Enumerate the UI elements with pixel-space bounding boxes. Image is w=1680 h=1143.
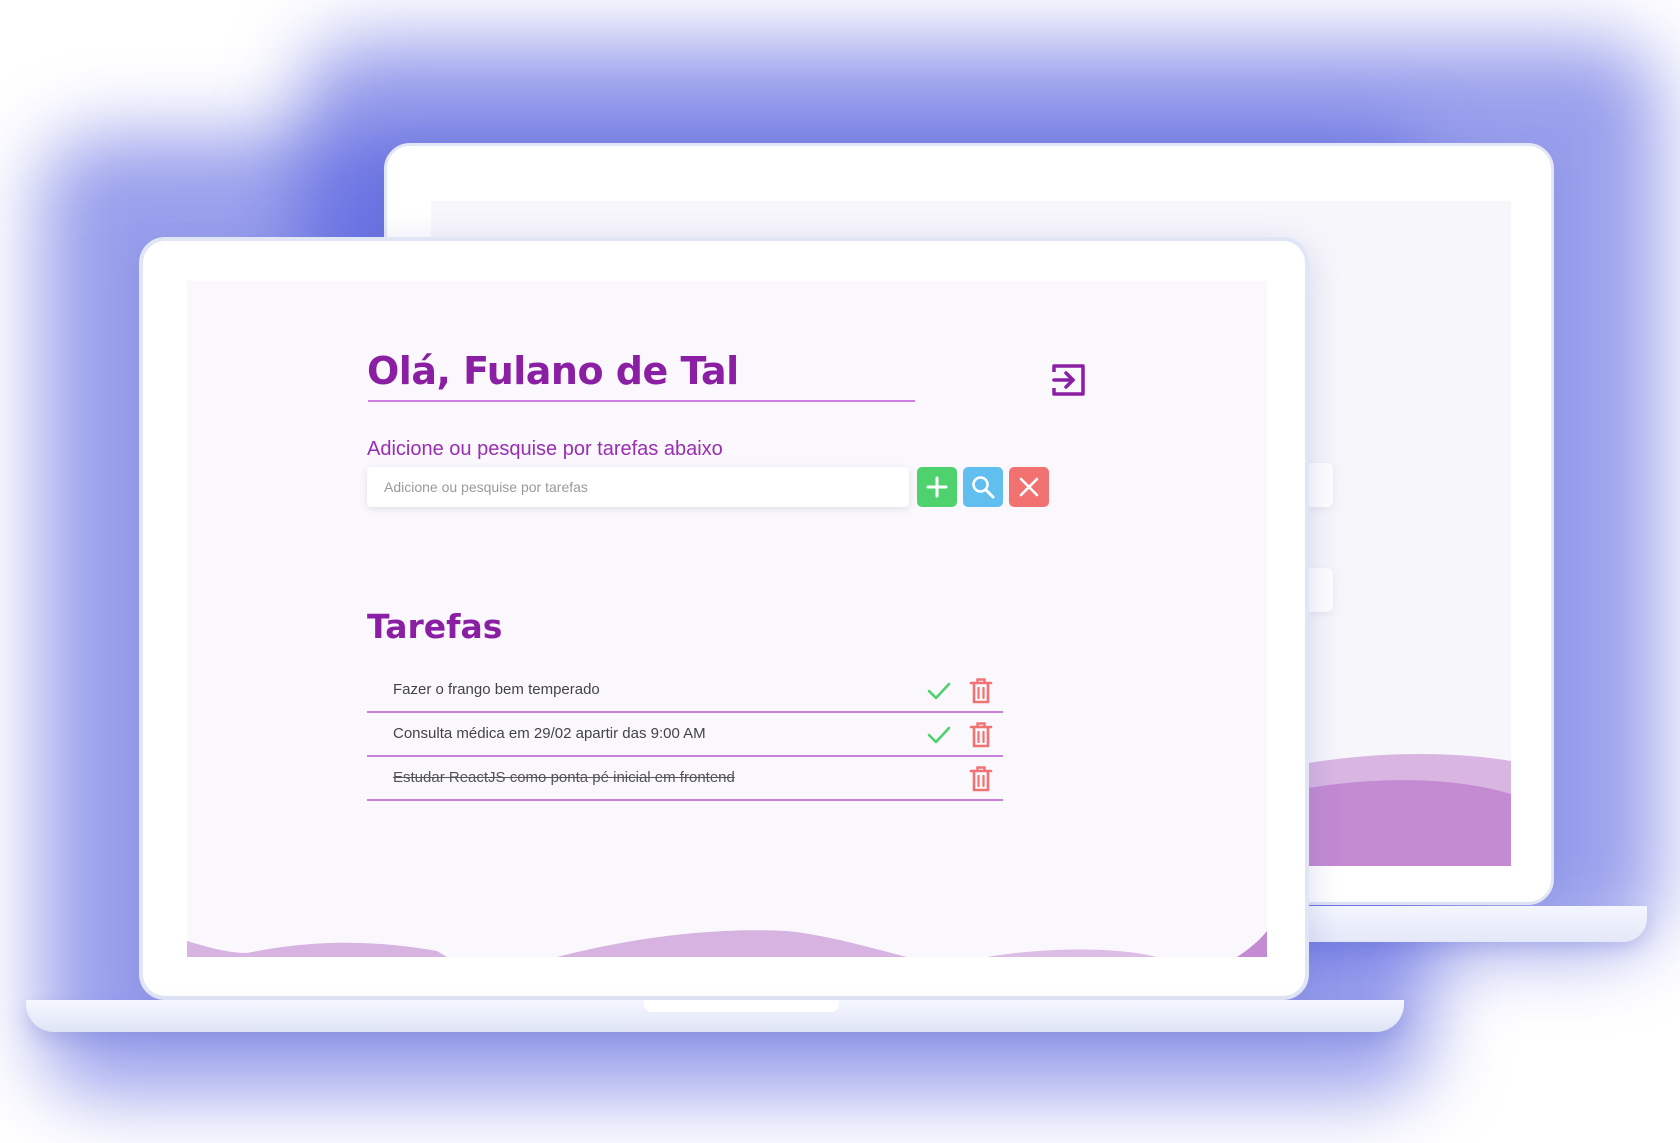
close-icon: [1019, 477, 1039, 497]
task-item-completed: Estudar ReactJS como ponta pé inicial em…: [367, 757, 1003, 801]
app-screen: Olá, Fulano de Tal Adicione ou pesquise …: [187, 281, 1267, 957]
delete-task-button[interactable]: [968, 721, 994, 749]
trash-icon: [969, 766, 993, 792]
task-text: Fazer o frango bem temperado: [393, 681, 600, 698]
logout-button[interactable]: [1050, 361, 1088, 399]
add-task-button[interactable]: [917, 467, 957, 507]
back-laptop-base: [1270, 906, 1647, 942]
search-icon: [972, 476, 995, 499]
clear-input-button[interactable]: [1009, 467, 1049, 507]
task-text: Estudar ReactJS como ponta pé inicial em…: [393, 769, 735, 786]
logout-icon: [1052, 364, 1085, 396]
delete-task-button[interactable]: [968, 677, 994, 705]
front-laptop-base: [26, 1000, 1404, 1032]
complete-task-button[interactable]: [926, 678, 952, 704]
complete-task-button[interactable]: [926, 722, 952, 748]
trash-icon: [969, 722, 993, 748]
greeting-title: Olá, Fulano de Tal: [367, 349, 739, 393]
front-laptop-frame: Olá, Fulano de Tal Adicione ou pesquise …: [139, 237, 1309, 1000]
check-icon: [927, 682, 951, 700]
search-task-button[interactable]: [963, 467, 1003, 507]
greeting-underline: [368, 400, 915, 402]
laptop-notch: [644, 1000, 839, 1012]
task-item: Fazer o frango bem temperado: [367, 669, 1003, 713]
task-text: Consulta médica em 29/02 apartir das 9:0…: [393, 725, 706, 742]
task-input[interactable]: [367, 467, 909, 507]
plus-icon: [926, 476, 948, 498]
delete-task-button[interactable]: [968, 765, 994, 793]
tasks-title: Tarefas: [367, 607, 503, 646]
trash-icon: [969, 678, 993, 704]
task-list: Fazer o frango bem temperado Consulta mé…: [367, 669, 1003, 801]
check-icon: [927, 726, 951, 744]
form-subtitle: Adicione ou pesquise por tarefas abaixo: [367, 438, 723, 460]
footer-wave: [187, 930, 1267, 957]
task-item: Consulta médica em 29/02 apartir das 9:0…: [367, 713, 1003, 757]
